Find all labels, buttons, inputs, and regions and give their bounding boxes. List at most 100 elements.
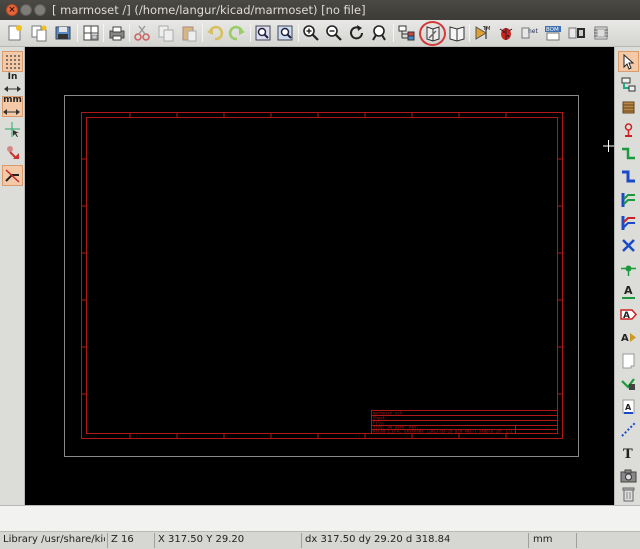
- copy-button[interactable]: [155, 22, 177, 44]
- bus-to-bus-entry-button[interactable]: [618, 212, 639, 233]
- svg-text:A: A: [625, 403, 632, 412]
- page-boundary: [64, 95, 579, 457]
- cut-button[interactable]: [131, 22, 153, 44]
- new-sheet-icon: [8, 25, 22, 41]
- arrow-both-icon: [3, 108, 21, 115]
- hierarchy-nav-button[interactable]: [396, 22, 418, 44]
- bus-wire-orient-icon: [5, 169, 20, 183]
- units-inch-button[interactable]: In: [2, 71, 23, 94]
- title-block-row5: KiCad E.D.A. eeschema (2013-05-18 BZR 40…: [373, 429, 513, 434]
- zoom-out-button[interactable]: [323, 22, 345, 44]
- zoom-redraw-icon: [350, 25, 363, 40]
- netlist-button[interactable]: net: [518, 22, 540, 44]
- add-bus-button[interactable]: [618, 166, 639, 187]
- find-replace-button[interactable]: [274, 22, 296, 44]
- page-settings-button[interactable]: [80, 22, 102, 44]
- close-icon: ×: [8, 5, 16, 15]
- netlist-icon: net: [521, 27, 538, 39]
- pcbnew-button[interactable]: [590, 22, 612, 44]
- highlight-net-button[interactable]: [618, 74, 639, 95]
- units-inch-label: In: [7, 71, 18, 82]
- library-browser-button[interactable]: [446, 22, 468, 44]
- grid-toggle-icon: [6, 55, 20, 69]
- save-button[interactable]: [52, 22, 74, 44]
- import-sheet-pin-button[interactable]: [618, 373, 639, 394]
- library-browser-icon: [449, 26, 465, 42]
- print-button[interactable]: [106, 22, 128, 44]
- copy-icon: [158, 25, 174, 42]
- schematic-canvas[interactable]: marmoset.sch Sheet: File: Size: A4 Date:…: [25, 47, 614, 505]
- add-junction-button[interactable]: [618, 258, 639, 279]
- camera-icon: [620, 469, 637, 483]
- add-global-label-button[interactable]: A: [618, 304, 639, 325]
- status-absolute-position: X 317.50 Y 29.20: [158, 534, 245, 545]
- find-button[interactable]: [252, 22, 274, 44]
- print-icon: [109, 26, 125, 41]
- add-component-button[interactable]: [618, 97, 639, 118]
- wire-to-bus-entry-button[interactable]: [618, 189, 639, 210]
- no-connect-button[interactable]: [618, 235, 639, 256]
- select-tool-button[interactable]: [618, 51, 639, 72]
- add-label-button[interactable]: A: [618, 281, 639, 302]
- library-editor-button[interactable]: [422, 22, 444, 44]
- window-title: [ marmoset /] (/home/langur/kicad/marmos…: [52, 3, 366, 17]
- zoom-redraw-button[interactable]: [346, 22, 368, 44]
- zoom-fit-button[interactable]: [369, 22, 391, 44]
- cursor-shape-button[interactable]: [2, 119, 23, 140]
- bus-wire-orient-button[interactable]: [2, 165, 23, 186]
- text-icon: T: [623, 447, 633, 461]
- message-panel: [0, 505, 640, 532]
- grid-toggle-button[interactable]: [2, 51, 23, 72]
- cvpcb-icon: [568, 27, 585, 39]
- new-sheet-button[interactable]: [4, 22, 26, 44]
- bus-bus-entry-icon: [621, 216, 635, 230]
- pcbnew-icon: [594, 26, 608, 40]
- add-wire-button[interactable]: [618, 143, 639, 164]
- add-graphic-line-button[interactable]: [618, 419, 639, 440]
- add-hier-label-button[interactable]: A: [618, 327, 639, 348]
- main-toolbar: TM net BOM: [0, 20, 640, 47]
- zoom-in-button[interactable]: [300, 22, 322, 44]
- units-mm-button[interactable]: mm: [2, 95, 23, 117]
- hierarchy-button[interactable]: [28, 22, 50, 44]
- delete-item-button[interactable]: [618, 483, 639, 504]
- window-close-button[interactable]: ×: [6, 4, 18, 16]
- add-text-button[interactable]: T: [618, 442, 639, 463]
- zoom-out-icon: [326, 25, 342, 41]
- add-power-button[interactable]: [618, 120, 639, 141]
- status-zoom: Z 16: [111, 534, 134, 545]
- annotate-button[interactable]: TM: [471, 22, 493, 44]
- erc-button[interactable]: [495, 22, 517, 44]
- cvpcb-button[interactable]: [566, 22, 588, 44]
- redo-button[interactable]: [226, 22, 248, 44]
- schematic-sheet: marmoset.sch Sheet: File: Size: A4 Date:…: [64, 95, 614, 457]
- status-relative-position: dx 317.50 dy 29.20 d 318.84: [305, 534, 451, 545]
- find-replace-icon: [277, 25, 293, 41]
- bom-button[interactable]: BOM: [542, 22, 564, 44]
- undo-button[interactable]: [204, 22, 226, 44]
- cursor-shape-icon: [5, 122, 20, 137]
- highlight-net-icon: [621, 77, 636, 92]
- hier-label-icon: A: [621, 333, 636, 344]
- status-library-path: Library /usr/share/kic: [3, 534, 105, 545]
- component-icon: [622, 101, 635, 114]
- junction-icon: [621, 265, 636, 276]
- add-hier-sheet-button[interactable]: [618, 350, 639, 371]
- cut-icon: [134, 25, 150, 41]
- undo-icon: [207, 25, 224, 41]
- title-block: marmoset.sch Sheet: File: Size: A4 Date:…: [371, 410, 558, 434]
- svg-text:A: A: [624, 284, 633, 297]
- hierarchy-nav-icon: [398, 25, 415, 41]
- dashed-line-icon: [621, 422, 636, 437]
- svg-text:A: A: [623, 311, 630, 321]
- svg-text:BOM: BOM: [546, 27, 559, 33]
- paste-button[interactable]: [178, 22, 200, 44]
- window-maximize-button[interactable]: [34, 4, 46, 16]
- status-units: mm: [533, 534, 553, 545]
- zoom-in-icon: [303, 25, 319, 41]
- hidden-pins-button[interactable]: [2, 142, 23, 163]
- bom-icon: BOM: [545, 26, 561, 41]
- power-symbol-icon: [624, 123, 633, 137]
- add-sheet-pin-button[interactable]: A: [618, 396, 639, 417]
- window-minimize-button[interactable]: [20, 4, 32, 16]
